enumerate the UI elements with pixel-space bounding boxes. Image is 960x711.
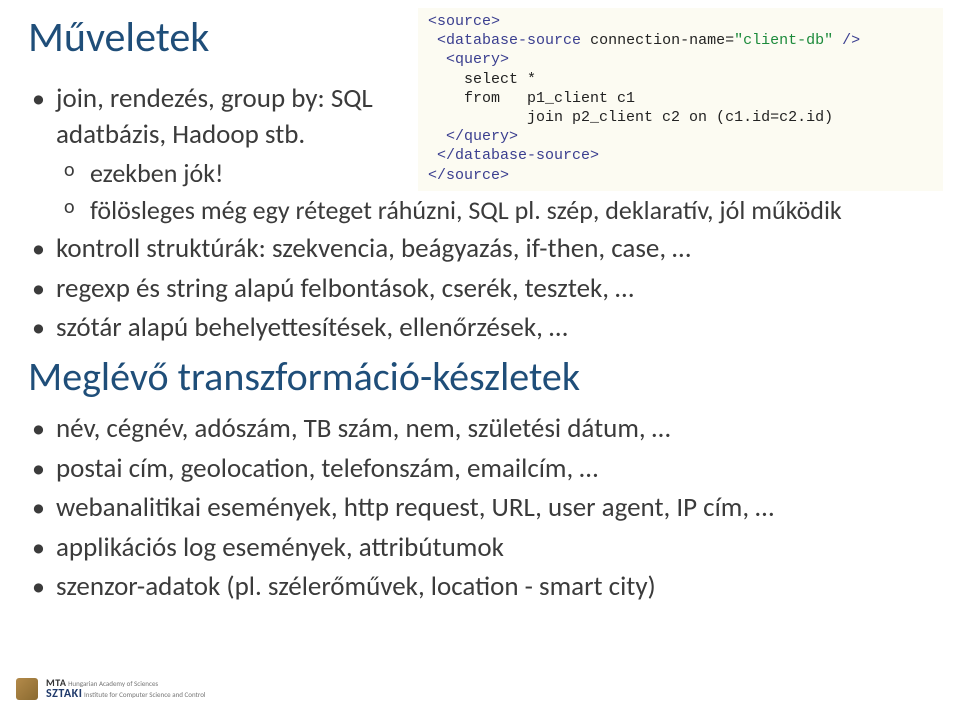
list-item: szenzor-adatok (pl. szélerőművek, locati… <box>56 569 932 605</box>
logo-sztaki-sub: Institute for Computer Science and Contr… <box>84 690 205 699</box>
list-item: kontroll struktúrák: szekvencia, beágyaz… <box>56 231 932 267</box>
list-item: név, cégnév, adószám, TB szám, nem, szül… <box>56 411 932 447</box>
sublist-item: fölösleges még egy réteget ráhúzni, SQL … <box>90 193 932 228</box>
list-item: regexp és string alapú felbontások, cser… <box>56 271 932 307</box>
footer-logo: MTA Hungarian Academy of Sciences SZTAKI… <box>16 677 206 701</box>
crest-icon <box>16 678 38 700</box>
list-item: szótár alapú behelyettesítések, ellenőrz… <box>56 310 932 346</box>
list-operations: join, rendezés, group by: SQL adatbázis,… <box>28 81 932 346</box>
logo-sztaki: SZTAKI <box>46 687 82 701</box>
list-transformations: név, cégnév, adószám, TB szám, nem, szül… <box>28 411 932 605</box>
list-item: applikációs log események, attribútumok <box>56 530 932 566</box>
sublist: ezekben jók! fölösleges még egy réteget … <box>56 156 932 228</box>
list-item-text: join, rendezés, group by: SQL adatbázis,… <box>56 81 436 154</box>
sublist-item: ezekben jók! <box>90 156 932 191</box>
heading-transzformacio: Meglévő transzformáció-készletek <box>28 352 932 401</box>
logo-text-block: MTA Hungarian Academy of Sciences SZTAKI… <box>46 677 206 701</box>
list-item: postai cím, geolocation, telefonszám, em… <box>56 451 932 487</box>
list-item: join, rendezés, group by: SQL adatbázis,… <box>56 81 932 228</box>
list-item: webanalitikai események, http request, U… <box>56 490 932 526</box>
